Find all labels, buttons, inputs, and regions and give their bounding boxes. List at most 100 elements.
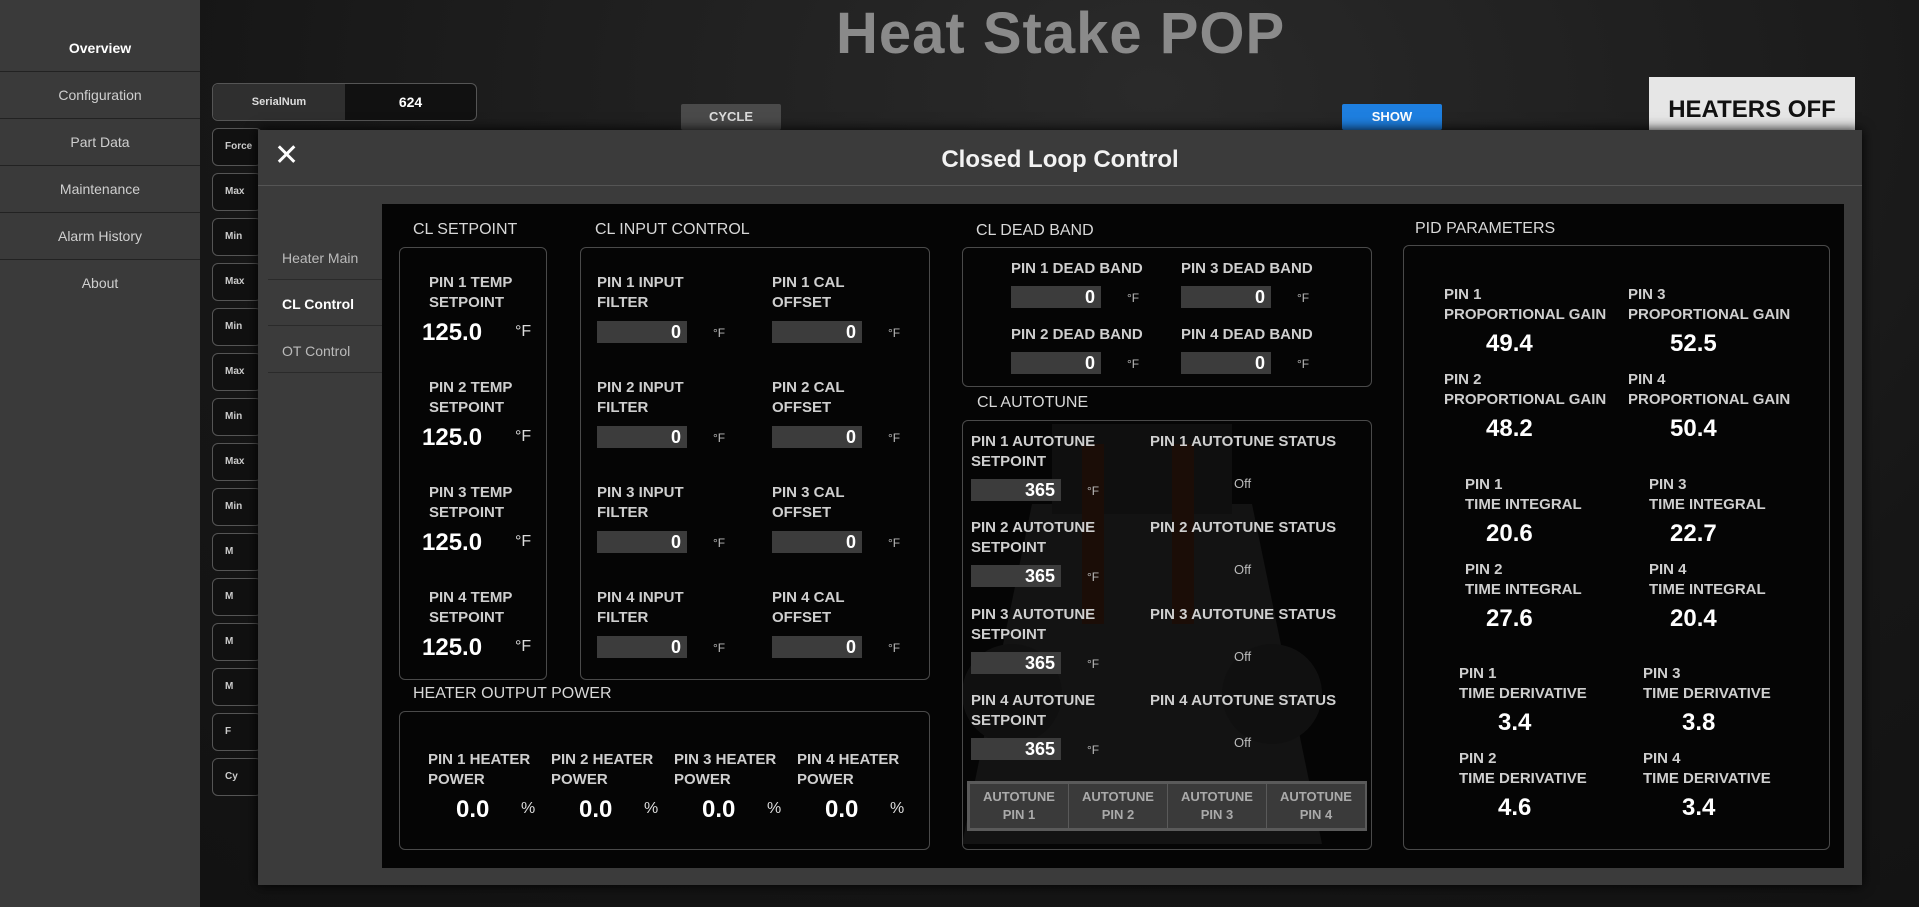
pin4-setpoint-label: SETPOINT xyxy=(429,609,505,626)
pin1-setpoint-value[interactable]: 125.0 xyxy=(422,319,482,347)
background-row: Max xyxy=(212,173,262,211)
unit-label: % xyxy=(767,800,782,817)
pin4-time-derivative-label: TIME DERIVATIVE xyxy=(1643,770,1771,787)
autotune-panel: PIN 1 AUTOTUNE SETPOINT 365 °F PIN 1 AUT… xyxy=(962,420,1372,850)
pin3-heater-power-label: PIN 3 HEATER xyxy=(674,751,777,768)
pin2-autotune-status-label: PIN 2 AUTOTUNE STATUS xyxy=(1150,519,1337,536)
pin1-time-derivative-label: TIME DERIVATIVE xyxy=(1459,685,1587,702)
pin2-autotune-setpoint-field[interactable]: 365 xyxy=(971,565,1061,587)
pin1-autotune-status: Off xyxy=(1234,476,1252,491)
pin3-dead-band-label: PIN 3 DEAD BAND xyxy=(1181,260,1313,277)
pin3-cal-offset-field[interactable]: 0 xyxy=(772,531,862,553)
background-row: Min xyxy=(212,218,262,256)
sidebar-item-overview[interactable]: Overview xyxy=(0,25,200,72)
pin3-input-filter-label: PIN 3 INPUT xyxy=(597,484,684,501)
pin3-dead-band-field[interactable]: 0 xyxy=(1181,286,1271,308)
pin4-time-integral-value: 20.4 xyxy=(1670,605,1717,632)
pin4-input-filter-field[interactable]: 0 xyxy=(597,636,687,658)
heaters-off-button[interactable]: HEATERS OFF xyxy=(1649,77,1855,133)
pin1-time-derivative-label: PIN 1 xyxy=(1459,665,1497,682)
pin3-time-derivative-label: PIN 3 xyxy=(1643,665,1681,682)
dead-band-panel: PIN 1 DEAD BAND 0 °F PIN 3 DEAD BAND 0 °… xyxy=(962,247,1372,387)
pin3-proportional-gain-label: PROPORTIONAL GAIN xyxy=(1628,306,1791,323)
unit-label: °F xyxy=(1087,570,1100,584)
pin1-cal-offset-label: PIN 1 CAL xyxy=(772,274,845,291)
tab-heater-main[interactable]: Heater Main xyxy=(268,236,383,280)
background-row: M xyxy=(212,533,262,571)
unit-label: °F xyxy=(713,641,726,655)
pin2-cal-offset-label: OFFSET xyxy=(772,399,832,416)
pid-panel: PIN 1 PROPORTIONAL GAIN 49.4 PIN 3 PROPO… xyxy=(1403,245,1830,850)
pin3-heater-power-label: POWER xyxy=(674,771,731,788)
pin1-input-filter-field[interactable]: 0 xyxy=(597,321,687,343)
sidebar-item-alarm-history[interactable]: Alarm History xyxy=(0,213,200,260)
pin2-cal-offset-field[interactable]: 0 xyxy=(772,426,862,448)
tab-ot-control[interactable]: OT Control xyxy=(268,329,383,373)
pin4-time-integral-label: TIME INTEGRAL xyxy=(1649,581,1766,598)
pin2-input-filter-field[interactable]: 0 xyxy=(597,426,687,448)
show-button[interactable]: SHOW xyxy=(1342,104,1442,130)
pin3-proportional-gain-label: PIN 3 xyxy=(1628,286,1666,303)
pin1-autotune-setpoint-label: SETPOINT xyxy=(971,453,1047,470)
input-control-section-title: CL INPUT CONTROL xyxy=(595,221,750,238)
sidebar: Overview Configuration Part Data Mainten… xyxy=(0,0,200,907)
pin2-input-filter-label: PIN 2 INPUT xyxy=(597,379,684,396)
pin3-setpoint-value[interactable]: 125.0 xyxy=(422,529,482,557)
pin3-time-derivative-value: 3.8 xyxy=(1682,709,1716,736)
background-row: M xyxy=(212,623,262,661)
pin2-heater-power-label: POWER xyxy=(551,771,608,788)
sidebar-item-about[interactable]: About xyxy=(0,260,200,307)
pin1-autotune-setpoint-field[interactable]: 365 xyxy=(971,479,1061,501)
setpoint-panel: PIN 1 TEMP SETPOINT 125.0 °F PIN 2 TEMP … xyxy=(399,247,547,680)
pin1-setpoint-label: PIN 1 TEMP xyxy=(429,274,513,291)
pin4-time-derivative-label: PIN 4 xyxy=(1643,750,1681,767)
pin3-autotune-setpoint-label: PIN 3 AUTOTUNE xyxy=(971,606,1096,623)
pin4-cal-offset-field[interactable]: 0 xyxy=(772,636,862,658)
cycle-button[interactable]: CYCLE xyxy=(681,104,781,130)
background-row: Cy xyxy=(212,758,262,796)
sidebar-item-maintenance[interactable]: Maintenance xyxy=(0,166,200,213)
pin3-autotune-status-label: PIN 3 AUTOTUNE STATUS xyxy=(1150,606,1337,623)
pin2-heater-power-value: 0.0 xyxy=(579,796,613,823)
autotune-pin4-button[interactable]: AUTOTUNE PIN 4 xyxy=(1267,784,1365,828)
closed-loop-control-dialog: ✕ Closed Loop Control Heater Main CL Con… xyxy=(258,130,1862,885)
pin2-setpoint-label: PIN 2 TEMP xyxy=(429,379,513,396)
sidebar-item-configuration[interactable]: Configuration xyxy=(0,72,200,119)
pin3-autotune-setpoint-field[interactable]: 365 xyxy=(971,652,1061,674)
pin2-cal-offset-label: PIN 2 CAL xyxy=(772,379,845,396)
pin1-time-integral-value: 20.6 xyxy=(1486,520,1533,547)
pin3-setpoint-label: SETPOINT xyxy=(429,504,505,521)
pin4-cal-offset-label: OFFSET xyxy=(772,609,832,626)
background-row: M xyxy=(212,668,262,706)
background-row: Force xyxy=(212,128,262,166)
autotune-pin1-button[interactable]: AUTOTUNE PIN 1 xyxy=(970,784,1068,828)
pin3-input-filter-field[interactable]: 0 xyxy=(597,531,687,553)
pin4-input-filter-label: PIN 4 INPUT xyxy=(597,589,684,606)
pin3-cal-offset-label: OFFSET xyxy=(772,504,832,521)
autotune-pin2-button[interactable]: AUTOTUNE PIN 2 xyxy=(1069,784,1167,828)
pin2-heater-power-label: PIN 2 HEATER xyxy=(551,751,654,768)
pin4-setpoint-value[interactable]: 125.0 xyxy=(422,634,482,662)
pin2-autotune-setpoint-label: PIN 2 AUTOTUNE xyxy=(971,519,1096,536)
dialog-title: Closed Loop Control xyxy=(941,146,1179,173)
pin4-dead-band-label: PIN 4 DEAD BAND xyxy=(1181,326,1313,343)
pin1-cal-offset-field[interactable]: 0 xyxy=(772,321,862,343)
pin4-proportional-gain-label: PIN 4 xyxy=(1628,371,1666,388)
pin2-setpoint-value[interactable]: 125.0 xyxy=(422,424,482,452)
pin4-autotune-status-label: PIN 4 AUTOTUNE STATUS xyxy=(1150,692,1337,709)
pin2-setpoint-label: SETPOINT xyxy=(429,399,505,416)
serial-number-value: 624 xyxy=(398,94,423,110)
pin2-proportional-gain-value: 48.2 xyxy=(1486,415,1533,442)
tab-cl-control[interactable]: CL Control xyxy=(268,282,383,326)
unit-label: °F xyxy=(1127,357,1140,371)
autotune-pin3-button[interactable]: AUTOTUNE PIN 3 xyxy=(1168,784,1266,828)
pin1-dead-band-field[interactable]: 0 xyxy=(1011,286,1101,308)
pin3-cal-offset-label: PIN 3 CAL xyxy=(772,484,845,501)
sidebar-item-part-data[interactable]: Part Data xyxy=(0,119,200,166)
pin1-input-filter-label: PIN 1 INPUT xyxy=(597,274,684,291)
unit-label: °F xyxy=(1087,484,1100,498)
pin2-dead-band-field[interactable]: 0 xyxy=(1011,352,1101,374)
autotune-pin1-button-label: PIN 1 xyxy=(1002,807,1036,822)
pin4-autotune-setpoint-field[interactable]: 365 xyxy=(971,738,1061,760)
pin4-dead-band-field[interactable]: 0 xyxy=(1181,352,1271,374)
